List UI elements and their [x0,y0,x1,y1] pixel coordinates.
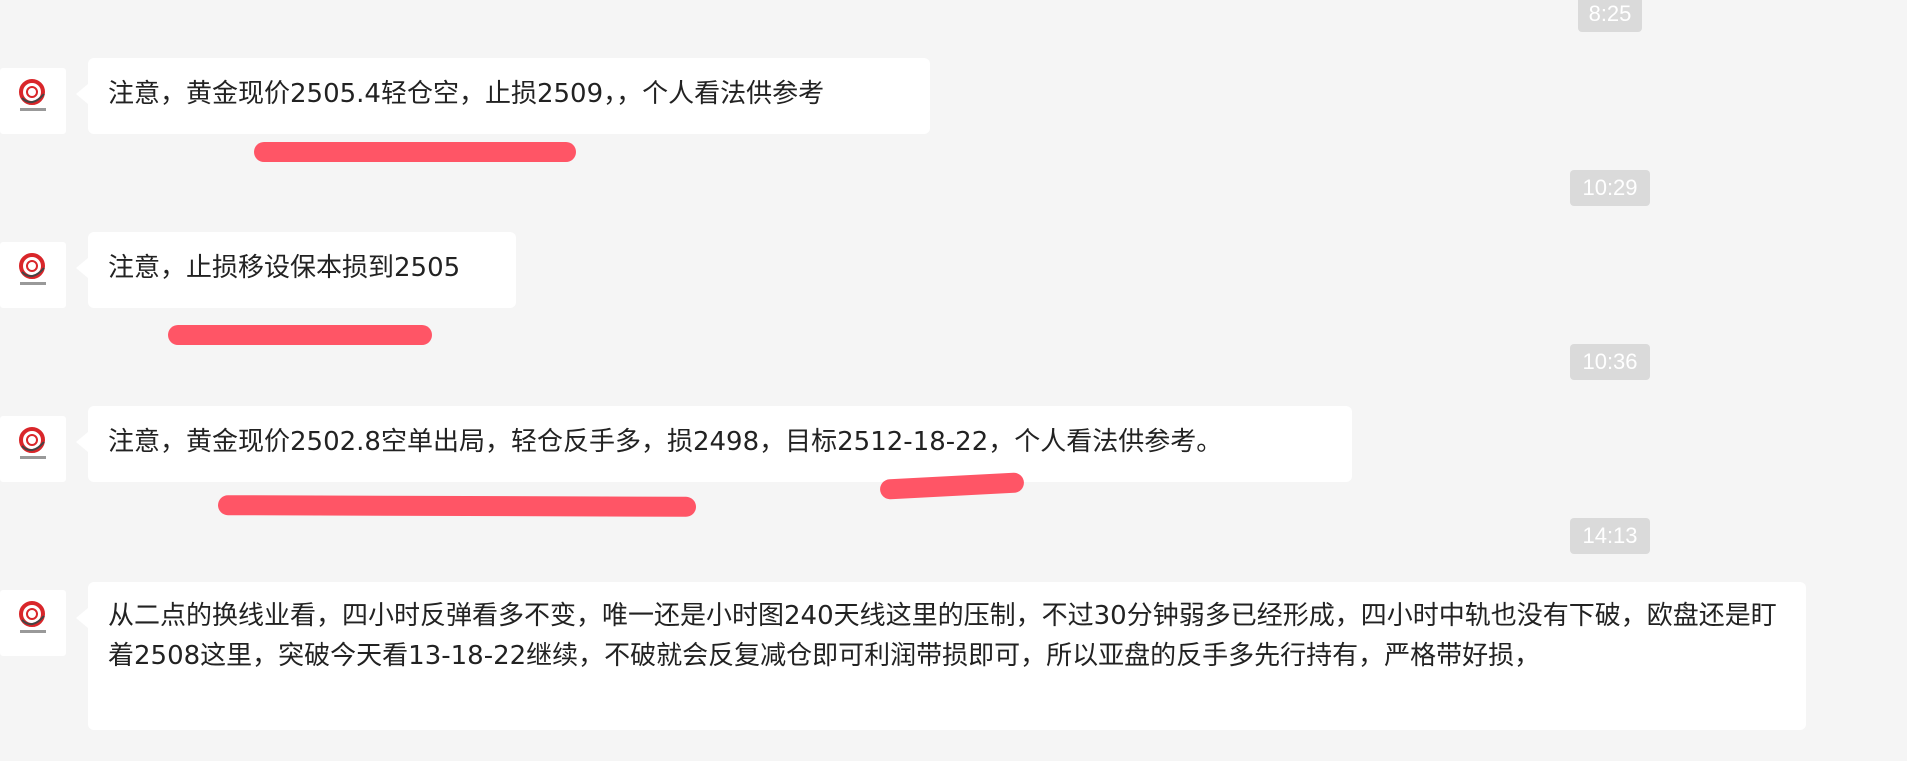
timestamp-3: 10:36 [1570,344,1650,380]
sender-avatar[interactable] [0,68,66,134]
timestamp-4: 14:13 [1570,518,1650,554]
sender-avatar[interactable] [0,416,66,482]
sender-avatar[interactable] [0,590,66,656]
trading-logo-icon [19,253,46,285]
timestamp-1: 8:25 [1578,0,1642,32]
highlight-mark [217,495,697,517]
message-bubble-1[interactable]: 注意，黄金现价2505.4轻仓空，止损2509，，个人看法供参考 [76,58,930,134]
message-bubble-4[interactable]: 从二点的换线业看，四小时反弹看多不变，唯一还是小时图240天线这里的压制，不过3… [76,582,1806,730]
trading-logo-icon [19,79,46,111]
highlight-mark [254,142,576,162]
highlight-mark [168,325,432,345]
message-bubble-2[interactable]: 注意，止损移设保本损到2505 [76,232,516,308]
message-bubble-3[interactable]: 注意，黄金现价2502.8空单出局，轻仓反手多，损2498，目标2512-18-… [76,406,1352,482]
trading-logo-icon [19,427,46,459]
timestamp-2: 10:29 [1570,170,1650,206]
sender-avatar[interactable] [0,242,66,308]
trading-logo-icon [19,601,46,633]
